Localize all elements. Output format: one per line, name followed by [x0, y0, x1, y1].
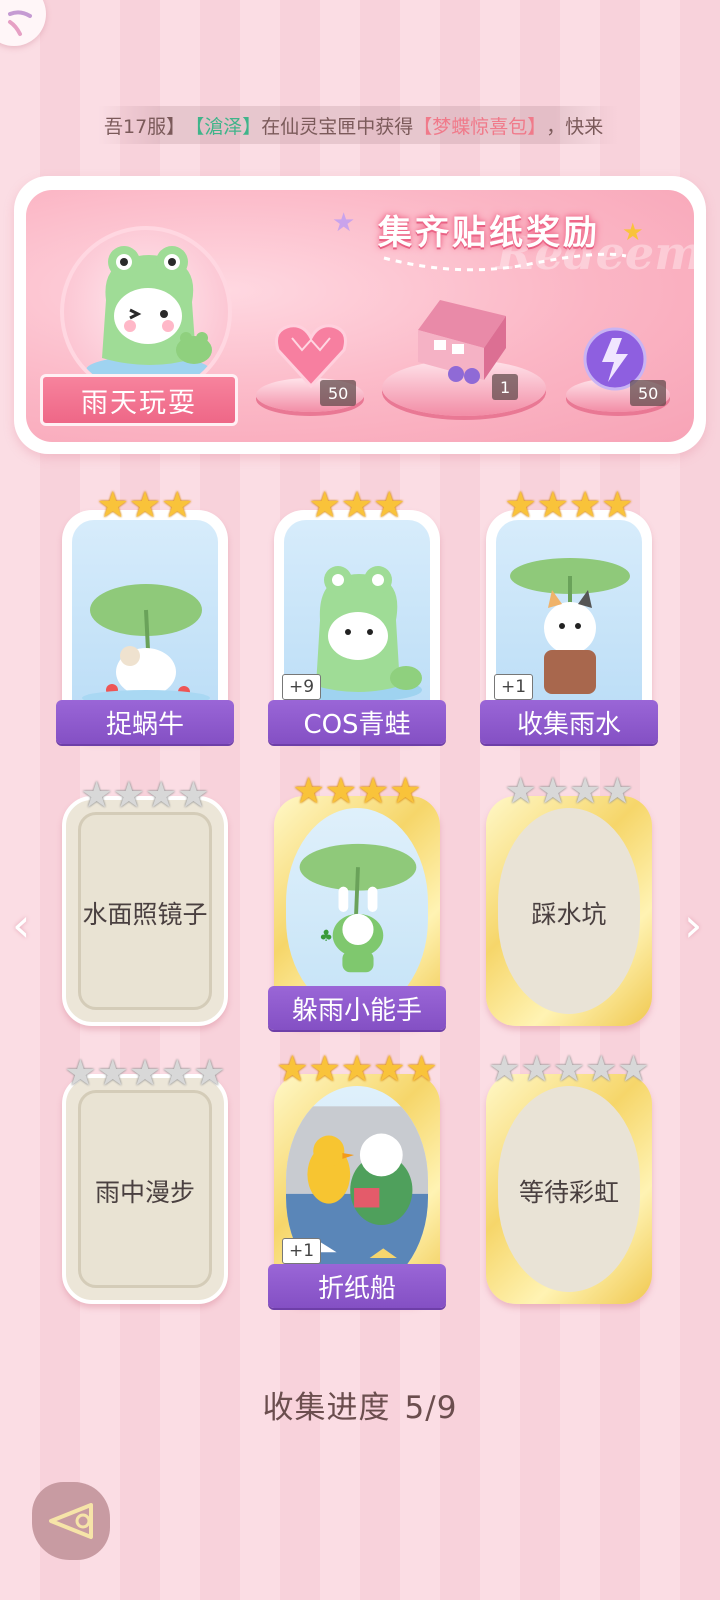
duplicate-count-tag: +1: [494, 674, 534, 700]
star-filled-icon: ★: [128, 485, 162, 526]
progress-label: 收集进度: [262, 1390, 391, 1426]
sticker-card[interactable]: ★ ★ ★ COS青蛙 +9: [268, 488, 446, 744]
sticker-name-ribbon: COS青蛙: [268, 700, 446, 744]
star-filled-icon: ★: [292, 771, 325, 812]
star-empty-icon: ★: [64, 1053, 97, 1094]
star-empty-icon: ★: [552, 1049, 586, 1090]
ticker-prefix: 吾17服】: [104, 115, 186, 138]
sticker-name-ribbon: 折纸船: [268, 1264, 446, 1308]
petal-menu-icon: [8, 10, 32, 36]
ticker-suffix: ，快来: [546, 115, 604, 138]
ticker-middle: 在仙灵宝匣中获得: [261, 115, 414, 138]
duplicate-count-tag: +1: [282, 1238, 322, 1264]
sticker-name-ribbon: 躲雨小能手: [268, 986, 446, 1030]
duplicate-count-tag: +9: [282, 674, 322, 700]
star-filled-icon: ★: [161, 485, 194, 526]
reward-count-3: 50: [630, 380, 667, 406]
star-empty-icon: ★: [520, 1049, 553, 1090]
reward-count-2: 1: [492, 374, 519, 400]
star-filled-icon: ★: [340, 1049, 374, 1090]
progress-value: 5/9: [404, 1390, 458, 1426]
star-empty-icon: ★: [601, 771, 634, 812]
gold-star-icon: ★: [622, 218, 644, 246]
sticker-card[interactable]: ★ ★ ★ ★ 踩水坑: [486, 774, 652, 1026]
sticker-name: 水面照镜子: [82, 900, 208, 929]
sticker-name: 等待彩虹: [518, 1178, 620, 1207]
star-filled-icon: ★: [308, 1049, 341, 1090]
sticker-name-ribbon: 收集雨水: [480, 700, 658, 744]
star-filled-icon: ★: [373, 1049, 406, 1090]
sticker-card[interactable]: ★ ★ ★ ★ ★ 折纸船 +1: [268, 1052, 446, 1308]
sticker-name-ribbon: 捉蜗牛: [56, 700, 234, 744]
star-empty-icon: ★: [145, 775, 178, 816]
star-empty-icon: ★: [112, 775, 145, 816]
star-filled-icon: ★: [389, 771, 422, 812]
star-empty-icon: ★: [177, 775, 210, 816]
sticker-card[interactable]: ★ ★ ★ ★ ★ 雨中漫步: [62, 1056, 228, 1304]
sticker-stars: ★ ★ ★: [97, 488, 194, 524]
star-empty-icon: ★: [80, 775, 113, 816]
sticker-stars: ★ ★ ★ ★: [292, 774, 421, 810]
sticker-stars: ★ ★ ★ ★ ★: [488, 1052, 649, 1088]
sticker-stars: ★ ★ ★: [309, 488, 406, 524]
star-filled-icon: ★: [569, 485, 602, 526]
sticker-card[interactable]: ★ ★ ★ ★ 收集雨水 +1: [480, 488, 658, 744]
sticker-card[interactable]: ★ ★ ★ ★ 水面照镜子: [62, 778, 228, 1026]
menu-corner-button[interactable]: [0, 0, 46, 46]
star-empty-icon: ★: [617, 1049, 650, 1090]
collection-progress: 收集进度 5/9: [0, 1382, 720, 1427]
star-empty-icon: ★: [585, 1049, 618, 1090]
sticker-art: [72, 520, 218, 730]
back-arrow-icon: [49, 1503, 93, 1539]
back-button[interactable]: [32, 1482, 110, 1560]
sticker-art: ♣: [286, 808, 428, 1014]
ticker-item: 【梦蝶惊喜包】: [413, 115, 547, 138]
star-empty-icon: ★: [488, 1049, 521, 1090]
sticker-stars: ★ ★ ★ ★: [80, 778, 209, 814]
reward-count-1: 50: [320, 380, 357, 406]
ticker-player: 【滄泽】: [185, 115, 262, 138]
star-filled-icon: ★: [601, 485, 634, 526]
star-filled-icon: ★: [340, 485, 374, 526]
sticker-stars: ★ ★ ★ ★ ★: [64, 1056, 225, 1092]
star-empty-icon: ★: [569, 771, 602, 812]
star-filled-icon: ★: [276, 1049, 309, 1090]
star-empty-icon: ★: [536, 771, 569, 812]
sticker-card[interactable]: ★ ★ ★ ★ ★ 等待彩虹: [486, 1052, 652, 1304]
frog-hood-cat-icon: [86, 246, 212, 384]
sticker-stars: ★ ★ ★ ★: [504, 488, 633, 524]
star-filled-icon: ★: [324, 771, 357, 812]
star-filled-icon: ★: [405, 1049, 438, 1090]
sticker-card[interactable]: ♣ ★ ★ ★ ★ 躲雨小能手: [268, 774, 446, 1030]
prev-page-arrow[interactable]: ‹: [12, 898, 30, 952]
star-empty-icon: ★: [504, 771, 537, 812]
star-filled-icon: ★: [373, 485, 406, 526]
sticker-stars: ★ ★ ★ ★: [504, 774, 633, 810]
star-filled-icon: ★: [504, 485, 537, 526]
sticker-name: 踩水坑: [531, 900, 607, 929]
star-filled-icon: ★: [308, 485, 341, 526]
set-badge: [60, 226, 232, 398]
star-empty-icon: ★: [161, 1053, 194, 1094]
set-name-label: 雨天玩耍: [40, 374, 238, 426]
purple-star-icon: ★: [332, 208, 356, 238]
next-page-arrow[interactable]: ›: [684, 898, 702, 952]
sticker-card[interactable]: ★ ★ ★ 捉蜗牛: [56, 488, 234, 744]
sticker-name: 雨中漫步: [94, 1178, 196, 1207]
broadcast-ticker: 吾17服】 【滄泽】 在仙灵宝匣中获得 【梦蝶惊喜包】 ，快来: [98, 106, 618, 144]
sticker-stars: ★ ★ ★ ★ ★: [276, 1052, 437, 1088]
star-filled-icon: ★: [96, 485, 129, 526]
star-empty-icon: ★: [96, 1053, 129, 1094]
gift-box-icon: [418, 300, 506, 384]
star-empty-icon: ★: [128, 1053, 162, 1094]
title-swirl-icon: [383, 252, 627, 272]
star-filled-icon: ★: [536, 485, 569, 526]
star-empty-icon: ★: [193, 1053, 226, 1094]
star-filled-icon: ★: [357, 771, 390, 812]
svg-text:♣: ♣: [319, 927, 333, 945]
